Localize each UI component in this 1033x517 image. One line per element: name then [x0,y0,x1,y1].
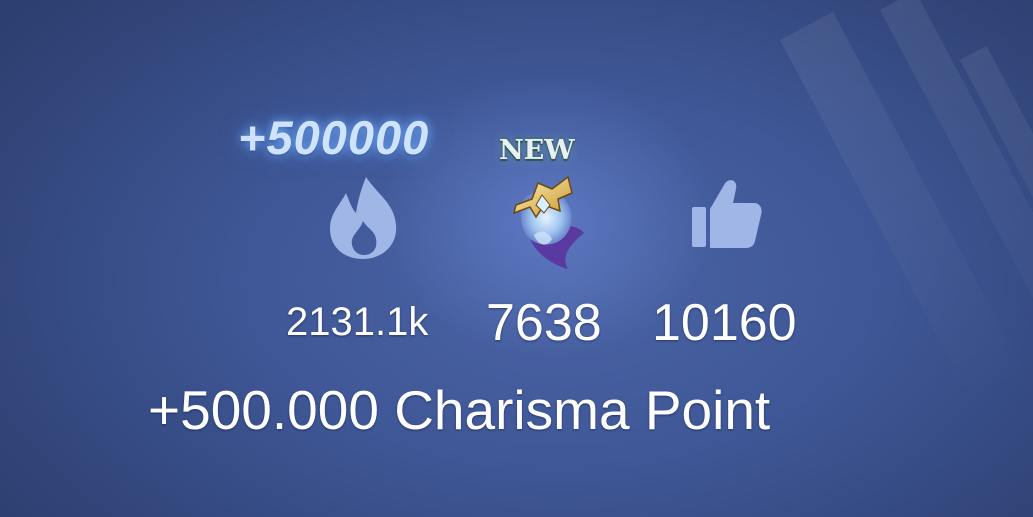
thumbs-up-icon [690,175,762,250]
charisma-emblem-icon [498,165,598,275]
new-badge: NEW [499,135,575,166]
likes-value: 10160 [652,294,797,352]
charisma-value: 7638 [486,294,602,352]
fire-icon [322,173,404,261]
popularity-value: 2131.1k [286,300,429,344]
charisma-caption: +500.000 Charisma Point [148,379,771,441]
bonus-amount: +500000 [238,111,430,164]
